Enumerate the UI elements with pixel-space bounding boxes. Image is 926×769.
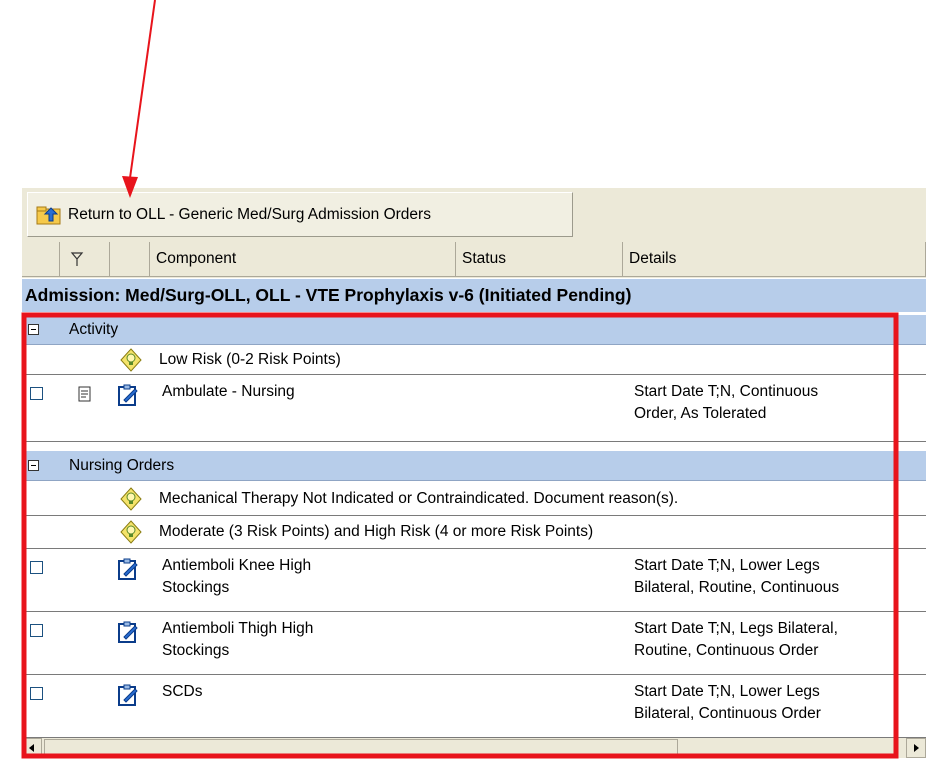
filter-flag-icon [70, 252, 84, 266]
header-icon-cell[interactable] [110, 242, 150, 277]
order-clipboard-icon [118, 621, 138, 643]
return-button-label: Return to OLL - Generic Med/Surg Admissi… [68, 205, 431, 223]
order-name: Ambulate - Nursing [162, 383, 295, 400]
plan-title-row[interactable]: Admission: Med/Surg-OLL, OLL - VTE Proph… [22, 279, 926, 312]
order-details: Start Date T;N, Legs Bilateral, [634, 620, 838, 637]
order-name: Antiemboli Thigh High [162, 620, 314, 637]
order-row[interactable]: Antiemboli Knee High Stockings Start Dat… [22, 549, 926, 612]
section-activity[interactable]: Activity [22, 315, 926, 345]
header-details[interactable]: Details [623, 242, 926, 277]
note-lightbulb-icon [120, 348, 142, 372]
order-name: Antiemboli Knee High [162, 557, 312, 574]
order-row[interactable]: SCDs Start Date T;N, Lower Legs Bilatera… [22, 675, 926, 738]
return-up-folder-icon [36, 206, 61, 224]
order-details-line2: Bilateral, Routine, Continuous [634, 579, 840, 596]
section-label: Nursing Orders [69, 457, 175, 474]
document-icon [78, 386, 91, 402]
list-item-note[interactable]: Moderate (3 Risk Points) and High Risk (… [22, 516, 926, 549]
order-name: SCDs [162, 683, 203, 700]
header-select-cell[interactable] [22, 242, 60, 277]
header-component[interactable]: Component [150, 242, 456, 277]
header-status[interactable]: Status [456, 242, 623, 277]
order-row[interactable]: Ambulate - Nursing Start Date T;N, Conti… [22, 375, 926, 442]
header-filter-cell[interactable] [60, 242, 110, 277]
collapse-minus-icon[interactable] [28, 324, 39, 335]
arrow-left-icon [29, 744, 34, 752]
scroll-thumb[interactable] [44, 739, 678, 757]
order-checkbox[interactable] [30, 387, 43, 400]
note-text: Moderate (3 Risk Points) and High Risk (… [159, 523, 594, 540]
order-name-line2: Stockings [162, 642, 230, 659]
header-component-label: Component [156, 250, 237, 267]
column-header-row: Component Status Details [22, 242, 926, 278]
section-label: Activity [69, 321, 119, 338]
order-details-line2: Bilateral, Continuous Order [634, 705, 821, 722]
order-clipboard-icon [118, 384, 138, 406]
header-details-label: Details [629, 250, 677, 267]
order-clipboard-icon [118, 684, 138, 706]
scroll-right-button[interactable] [906, 738, 926, 758]
note-text: Mechanical Therapy Not Indicated or Cont… [159, 490, 679, 507]
collapse-minus-icon[interactable] [28, 460, 39, 471]
order-checkbox[interactable] [30, 624, 43, 637]
note-lightbulb-icon [120, 487, 142, 511]
note-text: Low Risk (0-2 Risk Points) [159, 351, 341, 368]
section-nursing-orders[interactable]: Nursing Orders [22, 451, 926, 481]
order-details-line2: Routine, Continuous Order [634, 642, 819, 659]
header-status-label: Status [462, 250, 506, 267]
order-row[interactable]: Antiemboli Thigh High Stockings Start Da… [22, 612, 926, 675]
arrow-right-icon [914, 744, 919, 752]
scroll-left-button[interactable] [22, 738, 42, 758]
return-to-plan-button[interactable]: Return to OLL - Generic Med/Surg Admissi… [27, 192, 573, 237]
order-details: Start Date T;N, Lower Legs [634, 683, 820, 700]
order-name-line2: Stockings [162, 579, 230, 596]
horizontal-scrollbar[interactable] [22, 738, 926, 758]
order-details-line2: Order, As Tolerated [634, 405, 767, 422]
order-checkbox[interactable] [30, 687, 43, 700]
annotation-arrow-line [129, 0, 156, 179]
plan-title: Admission: Med/Surg-OLL, OLL - VTE Proph… [25, 285, 632, 305]
list-item-note[interactable]: Mechanical Therapy Not Indicated or Cont… [22, 482, 926, 516]
order-details: Start Date T;N, Continuous [634, 383, 819, 400]
order-details: Start Date T;N, Lower Legs [634, 557, 820, 574]
order-checkbox[interactable] [30, 561, 43, 574]
list-item-note[interactable]: Low Risk (0-2 Risk Points) [22, 346, 926, 375]
order-clipboard-icon [118, 558, 138, 580]
note-lightbulb-icon [120, 520, 142, 544]
